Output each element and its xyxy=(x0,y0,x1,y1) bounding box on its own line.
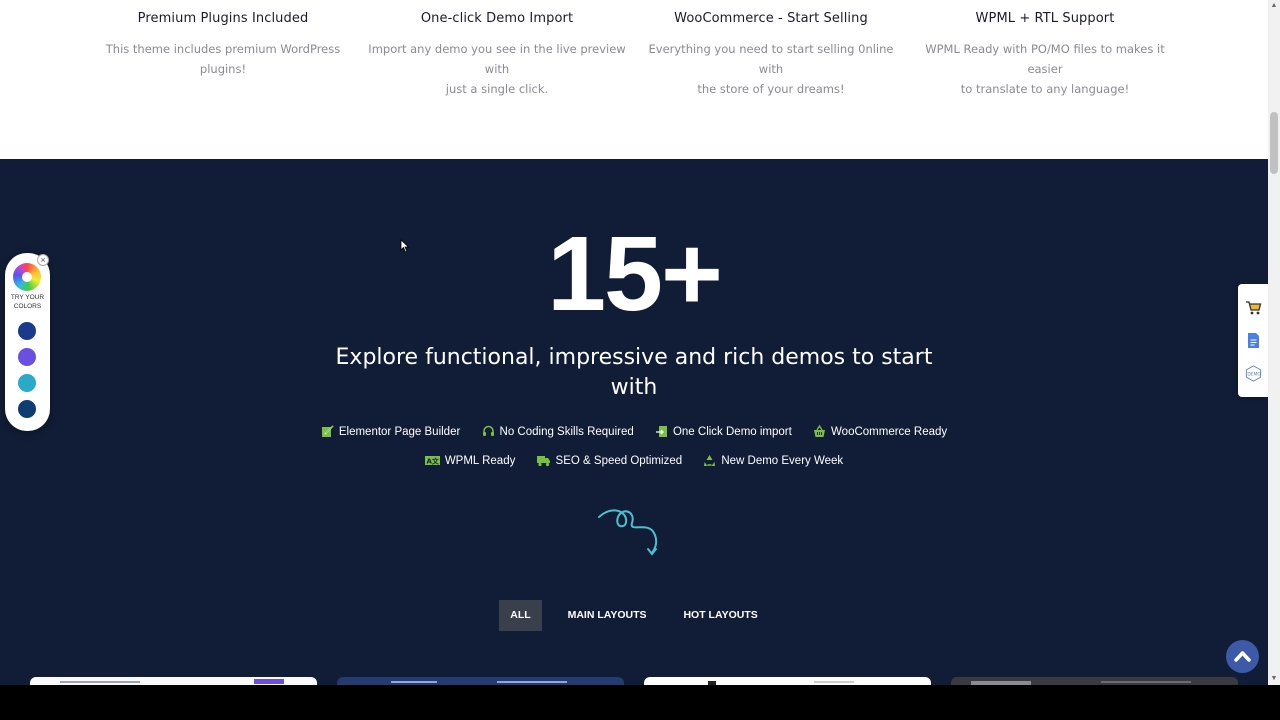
cart-icon[interactable] xyxy=(1245,299,1262,316)
tag-label: SEO & Speed Optimized xyxy=(555,454,683,467)
tag-label: WooCommerce Ready xyxy=(831,425,948,438)
feature-description: This theme includes premium WordPress plu… xyxy=(105,42,341,76)
basket-icon xyxy=(814,425,826,437)
try-colors-label: TRY YOUR COLORS xyxy=(10,294,45,310)
color-swatch-purple[interactable] xyxy=(18,348,36,366)
elementor-icon xyxy=(321,425,334,437)
demo-cards xyxy=(0,677,1268,685)
feature-description: Import any demo you see in the live prev… xyxy=(368,42,626,96)
demo-card[interactable] xyxy=(644,677,931,685)
feature-description: Everything you need to start selling 0nl… xyxy=(648,42,894,96)
tag-wpml: A文 WPML Ready xyxy=(424,454,516,467)
headset-icon xyxy=(482,425,494,436)
feature-title: Premium Plugins Included xyxy=(137,11,309,26)
tag-label: Elementor Page Builder xyxy=(338,425,461,438)
feature-description: WPML Ready with PO/MO files to makes it … xyxy=(925,42,1165,96)
color-swatch-dark-blue[interactable] xyxy=(18,400,36,418)
feature-premium-plugins: Premium Plugins Included This theme incl… xyxy=(93,0,353,79)
color-swatch-cyan[interactable] xyxy=(18,374,36,392)
truck-icon xyxy=(536,456,550,467)
demo-icon[interactable]: DEMO xyxy=(1244,365,1263,382)
filter-hot-layouts[interactable]: HOT LAYOUTS xyxy=(672,600,768,631)
feature-tags-row: A文 WPML Ready SEO & Speed Optimized New … xyxy=(0,454,1268,470)
tag-new-demo: New Demo Every Week xyxy=(703,454,843,467)
color-wheel-icon[interactable] xyxy=(13,263,41,291)
tag-seo-speed: SEO & Speed Optimized xyxy=(536,454,683,467)
tag-label: WPML Ready xyxy=(444,454,516,467)
tag-elementor: Elementor Page Builder xyxy=(321,425,460,438)
bottom-black-bar xyxy=(0,685,1280,720)
demos-section: 15+ Explore functional, impressive and r… xyxy=(0,159,1268,685)
demo-count: 15+ xyxy=(547,215,723,333)
feature-woocommerce: WooCommerce - Start Selling Everything y… xyxy=(641,0,901,99)
scroll-to-top-button[interactable] xyxy=(1226,640,1259,673)
close-widget-button[interactable]: × xyxy=(37,254,49,266)
recycle-icon xyxy=(704,455,716,466)
feature-wpml-rtl: WPML + RTL Support WPML Ready with PO/MO… xyxy=(915,0,1175,99)
translate-icon: A文 xyxy=(424,456,440,466)
tag-one-click: One Click Demo import xyxy=(655,425,792,438)
scroll-up-arrow-icon[interactable]: ▲ xyxy=(1270,2,1278,10)
feature-title: WooCommerce - Start Selling xyxy=(674,11,868,26)
feature-title: One-click Demo Import xyxy=(420,11,574,26)
svg-text:A文: A文 xyxy=(426,457,439,466)
tag-label: New Demo Every Week xyxy=(721,454,844,467)
tag-no-coding: No Coding Skills Required xyxy=(482,425,634,438)
feature-tags-row: Elementor Page Builder No Coding Skills … xyxy=(0,425,1268,441)
page-scrollbar[interactable]: ▲ ▼ xyxy=(1268,0,1280,685)
document-icon[interactable] xyxy=(1245,332,1262,349)
page-viewport: Premium Plugins Included This theme incl… xyxy=(0,0,1268,685)
tag-label: No Coding Skills Required xyxy=(499,425,634,438)
filter-all[interactable]: ALL xyxy=(499,600,542,631)
squiggle-decoration xyxy=(598,509,658,556)
color-swatch-navy[interactable] xyxy=(18,322,36,340)
chevron-up-icon xyxy=(1234,651,1251,662)
scrollbar-thumb[interactable] xyxy=(1270,112,1278,174)
scroll-down-arrow-icon[interactable]: ▼ xyxy=(1270,675,1278,683)
demo-card[interactable] xyxy=(30,677,317,685)
import-icon xyxy=(655,426,667,437)
feature-title: WPML + RTL Support xyxy=(975,11,1115,26)
section-headline: Explore functional, impressive and rich … xyxy=(335,345,933,400)
feature-demo-import: One-click Demo Import Import any demo yo… xyxy=(367,0,627,99)
svg-text:DEMO: DEMO xyxy=(1247,372,1261,378)
demo-card[interactable] xyxy=(337,677,624,685)
tag-label: One Click Demo import xyxy=(672,425,792,438)
demo-card[interactable] xyxy=(951,677,1238,685)
color-picker-widget[interactable]: × TRY YOUR COLORS xyxy=(5,253,50,431)
filter-main-layouts[interactable]: MAIN LAYOUTS xyxy=(557,600,658,631)
tag-woocommerce: WooCommerce Ready xyxy=(813,425,947,438)
features-row: Premium Plugins Included This theme incl… xyxy=(0,0,1268,159)
right-quick-panel: DEMO xyxy=(1238,284,1268,397)
mouse-cursor-icon xyxy=(400,239,410,253)
demo-filters: ALL MAIN LAYOUTS HOT LAYOUTS xyxy=(0,600,1268,631)
